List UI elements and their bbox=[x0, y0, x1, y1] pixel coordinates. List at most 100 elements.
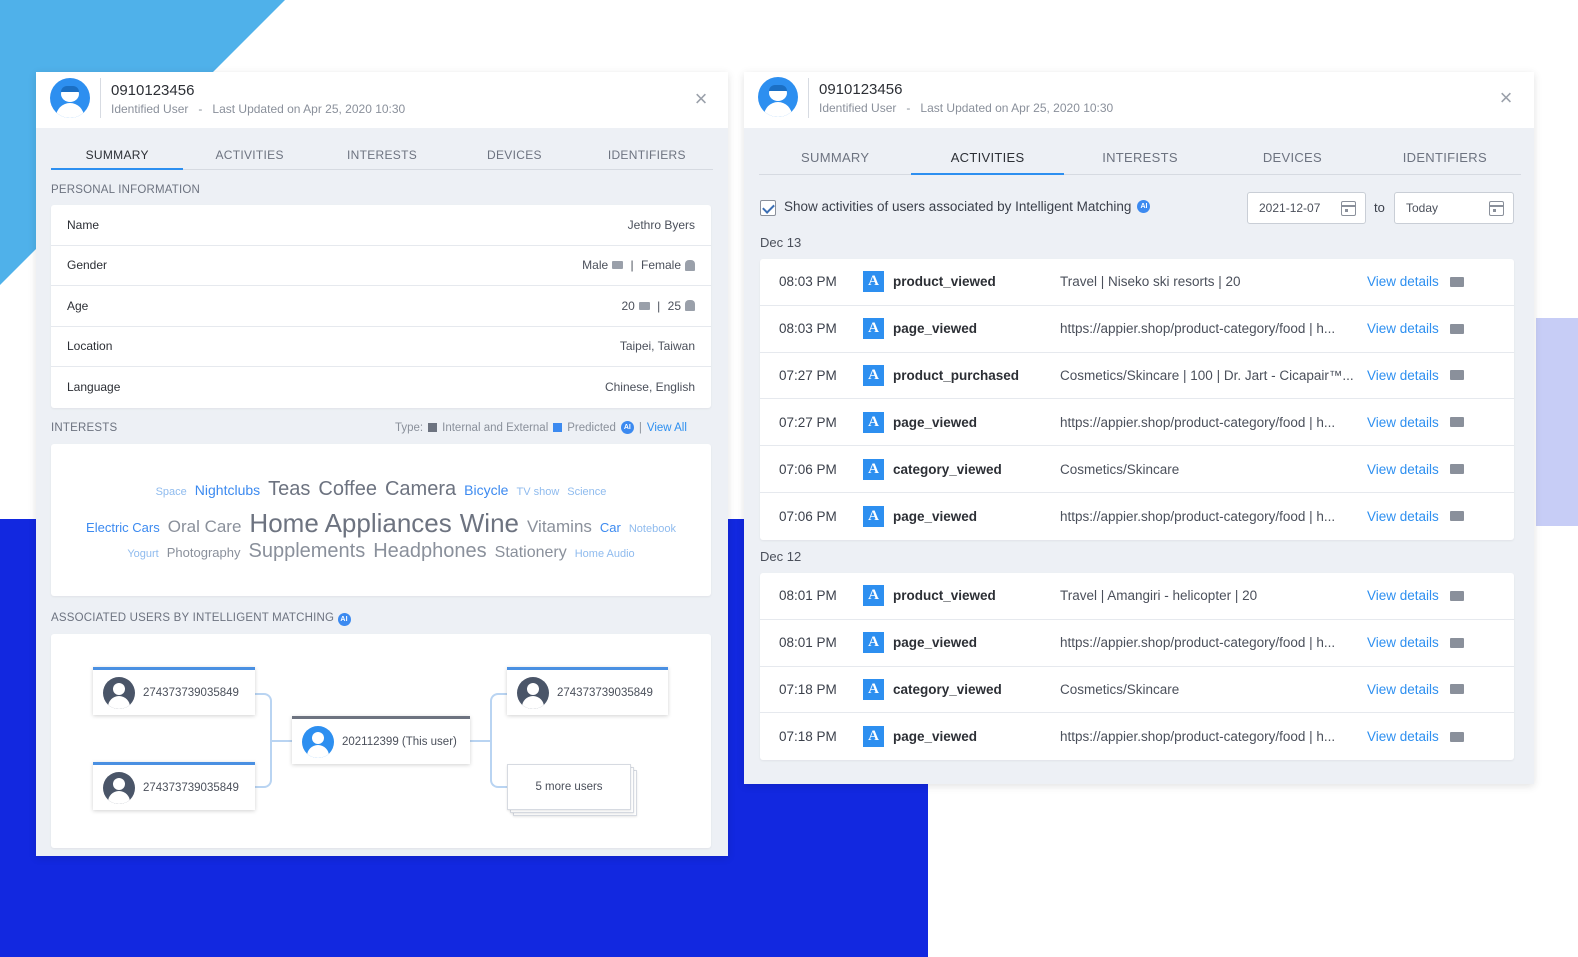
activity-time: 07:18 PM bbox=[779, 681, 837, 697]
panel-body: SUMMARY ACTIVITIES INTERESTS DEVICES IDE… bbox=[744, 128, 1534, 784]
event-name: category_viewed bbox=[893, 681, 1002, 697]
to-date-input[interactable]: Today bbox=[1394, 192, 1514, 224]
user-avatar-icon bbox=[517, 676, 549, 709]
activity-time: 07:06 PM bbox=[779, 508, 837, 524]
associated-user-node[interactable]: 274373739035849 bbox=[93, 667, 255, 715]
associated-title-text: ASSOCIATED USERS BY INTELLIGENT MATCHING bbox=[51, 612, 335, 624]
view-details-link[interactable]: View details bbox=[1367, 415, 1439, 430]
tab-devices[interactable]: DEVICES bbox=[1216, 150, 1368, 174]
activity-time: 08:01 PM bbox=[779, 635, 837, 651]
tab-devices[interactable]: DEVICES bbox=[448, 148, 580, 169]
day-label: Dec 12 bbox=[760, 549, 802, 564]
app-badge-icon: A bbox=[863, 726, 884, 748]
user-avatar-icon bbox=[50, 78, 90, 118]
close-icon[interactable]: × bbox=[1496, 87, 1516, 109]
last-updated: Last Updated on Apr 25, 2020 10:30 bbox=[212, 102, 406, 116]
device-icon bbox=[1450, 731, 1464, 742]
interest-tag[interactable]: Teas bbox=[268, 478, 310, 501]
interest-tag[interactable]: Camera bbox=[385, 478, 456, 501]
user-id: 0910123456 bbox=[111, 82, 195, 99]
activity-row: 07:06 PM Apage_viewed https://appier.shop/… bbox=[760, 493, 1514, 540]
current-user-node[interactable]: 202112399 (This user) bbox=[292, 716, 470, 764]
view-details-link[interactable]: View details bbox=[1367, 682, 1439, 697]
interest-tag[interactable]: Oral Care bbox=[168, 517, 242, 537]
view-details-link[interactable]: View details bbox=[1367, 368, 1439, 383]
associated-user-id: 274373739035849 bbox=[143, 686, 239, 699]
interest-tag[interactable]: Stationery bbox=[495, 544, 567, 562]
header-divider bbox=[808, 78, 809, 118]
info-value: Jethro Byers bbox=[627, 217, 695, 232]
view-details-link[interactable]: View details bbox=[1367, 588, 1439, 603]
user-meta: Identified User - Last Updated on Apr 25… bbox=[111, 102, 405, 116]
interest-tag[interactable]: Photography bbox=[167, 545, 241, 560]
info-value-android: Female bbox=[640, 258, 681, 273]
user-meta: Identified User - Last Updated on Apr 25… bbox=[819, 101, 1113, 115]
interest-tag[interactable]: Vitamins bbox=[527, 517, 592, 537]
tab-identifiers[interactable]: IDENTIFIERS bbox=[1369, 150, 1521, 174]
interest-tag[interactable]: Coffee bbox=[318, 478, 377, 501]
predicted-label: Predicted bbox=[567, 421, 616, 434]
app-badge-icon: A bbox=[863, 318, 884, 340]
profile-tabs: SUMMARY ACTIVITIES INTERESTS DEVICES IDE… bbox=[759, 150, 1521, 175]
interest-tag[interactable]: Home Appliances bbox=[249, 508, 451, 539]
interest-tag[interactable]: Bicycle bbox=[464, 482, 508, 498]
event-name: page_viewed bbox=[893, 729, 978, 745]
tab-activities[interactable]: ACTIVITIES bbox=[911, 150, 1065, 175]
close-icon[interactable]: × bbox=[691, 88, 711, 110]
header-divider bbox=[100, 78, 101, 118]
tab-interests[interactable]: INTERESTS bbox=[316, 148, 448, 169]
day-label: Dec 13 bbox=[760, 235, 802, 250]
checkbox-label-text: Show activities of users associated by I… bbox=[784, 199, 1132, 214]
interest-tag[interactable]: Electric Cars bbox=[86, 520, 160, 535]
view-details-link[interactable]: View details bbox=[1367, 729, 1439, 744]
tab-activities[interactable]: ACTIVITIES bbox=[183, 148, 315, 169]
view-details-link[interactable]: View details bbox=[1367, 635, 1439, 650]
activity-time: 07:06 PM bbox=[779, 461, 837, 477]
user-id: 0910123456 bbox=[819, 81, 903, 98]
interests-legend: Type: Internal and External Predicted AI… bbox=[395, 421, 687, 434]
more-users-button[interactable]: 5 more users bbox=[507, 764, 631, 810]
info-label: Location bbox=[67, 339, 113, 354]
from-date-value: 2021-12-07 bbox=[1259, 201, 1321, 215]
intelligent-matching-checkbox[interactable] bbox=[760, 200, 776, 216]
interest-tag[interactable]: Supplements bbox=[248, 540, 365, 563]
interest-tag[interactable]: Home Audio bbox=[575, 548, 635, 560]
interest-tag[interactable]: Yogurt bbox=[127, 548, 158, 560]
interest-tag[interactable]: Nightclubs bbox=[195, 482, 260, 498]
associated-user-node[interactable]: 274373739035849 bbox=[507, 667, 668, 715]
panel-header: 0910123456 Identified User - Last Update… bbox=[36, 72, 728, 128]
associated-users-card: 274373739035849 274373739035849 20211239… bbox=[51, 634, 711, 848]
activity-row: 08:01 PM Apage_viewed https://appier.shop/… bbox=[760, 620, 1514, 667]
interest-tag[interactable]: Notebook bbox=[629, 523, 676, 535]
interest-tag[interactable]: Space bbox=[156, 486, 187, 498]
view-details-link[interactable]: View details bbox=[1367, 462, 1439, 477]
tab-summary[interactable]: SUMMARY bbox=[51, 148, 184, 170]
tab-identifiers[interactable]: IDENTIFIERS bbox=[581, 148, 713, 169]
background-accent bbox=[1536, 318, 1578, 526]
interest-tag[interactable]: Science bbox=[567, 486, 606, 498]
info-label: Language bbox=[67, 380, 121, 395]
device-icon bbox=[1450, 637, 1464, 648]
interest-tag[interactable]: Wine bbox=[460, 508, 519, 539]
view-details-link[interactable]: View details bbox=[1367, 321, 1439, 336]
profile-activities-panel: 0910123456 Identified User - Last Update… bbox=[744, 72, 1534, 784]
activity-time: 08:03 PM bbox=[779, 321, 837, 337]
tab-summary[interactable]: SUMMARY bbox=[759, 150, 911, 174]
view-all-link[interactable]: View All bbox=[647, 422, 687, 434]
device-icon bbox=[1450, 417, 1464, 428]
interest-tag[interactable]: Headphones bbox=[373, 540, 486, 563]
associated-user-node[interactable]: 274373739035849 bbox=[93, 762, 255, 810]
from-date-input[interactable]: 2021-12-07 bbox=[1247, 192, 1366, 224]
profile-tabs: SUMMARY ACTIVITIES INTERESTS DEVICES IDE… bbox=[51, 148, 713, 170]
view-details-link[interactable]: View details bbox=[1367, 509, 1439, 524]
view-details-link[interactable]: View details bbox=[1367, 274, 1439, 289]
interest-tag[interactable]: TV show bbox=[516, 486, 559, 498]
panel-body: SUMMARY ACTIVITIES INTERESTS DEVICES IDE… bbox=[36, 128, 728, 856]
device-icon bbox=[1450, 370, 1464, 381]
calendar-icon[interactable] bbox=[1341, 201, 1356, 216]
android-icon bbox=[685, 259, 695, 271]
calendar-icon[interactable] bbox=[1489, 201, 1504, 216]
tab-interests[interactable]: INTERESTS bbox=[1064, 150, 1216, 174]
interest-tag[interactable]: Car bbox=[600, 520, 621, 535]
info-value-web: Male bbox=[582, 258, 609, 273]
